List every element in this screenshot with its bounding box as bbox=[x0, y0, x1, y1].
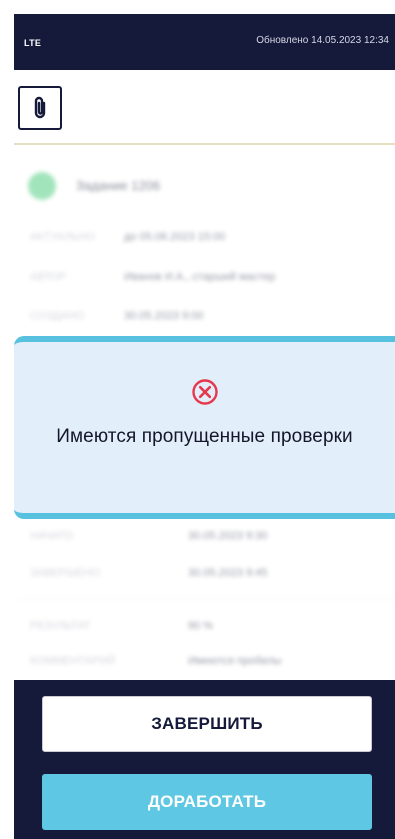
field-row: КОММЕНТАРИЙ Имеются пробелы bbox=[30, 655, 282, 667]
field-row: ЗАВЕРШЕНО 30.05.2023 9:45 bbox=[30, 567, 268, 579]
task-status-dot bbox=[28, 172, 56, 200]
error-x-circle-icon bbox=[192, 379, 218, 405]
paperclip-icon bbox=[34, 96, 46, 119]
divider bbox=[14, 599, 395, 600]
field-row: АВТОР Иванов И.А., старший мастер bbox=[30, 271, 276, 283]
toolbar bbox=[14, 70, 395, 145]
app-screen: LTE Обновлено 14.05.2023 12:34 Задание 1… bbox=[0, 0, 395, 839]
last-updated-text: Обновлено 14.05.2023 12:34 bbox=[256, 35, 389, 46]
field-row: АКТУАЛЬНО до 05.06.2023 15:00 bbox=[30, 231, 226, 243]
field-row: СОЗДАНО 30.05.2023 9:00 bbox=[30, 310, 204, 322]
action-bar: ЗАВЕРШИТЬ ДОРАБОТАТЬ bbox=[14, 680, 395, 839]
rework-button[interactable]: ДОРАБОТАТЬ bbox=[42, 774, 372, 830]
error-dialog: Имеются пропущенные проверки bbox=[14, 336, 395, 519]
attach-button[interactable] bbox=[18, 86, 62, 130]
task-title: Задание 1206 bbox=[76, 178, 161, 193]
field-row: НАЧАТО 30.05.2023 9:30 bbox=[30, 530, 268, 542]
field-row: РЕЗУЛЬТАТ 90 % bbox=[30, 620, 214, 632]
network-indicator: LTE bbox=[24, 38, 42, 48]
status-bar: LTE Обновлено 14.05.2023 12:34 bbox=[14, 14, 395, 70]
finish-button[interactable]: ЗАВЕРШИТЬ bbox=[42, 696, 372, 752]
error-message: Имеются пропущенные проверки bbox=[56, 426, 353, 447]
